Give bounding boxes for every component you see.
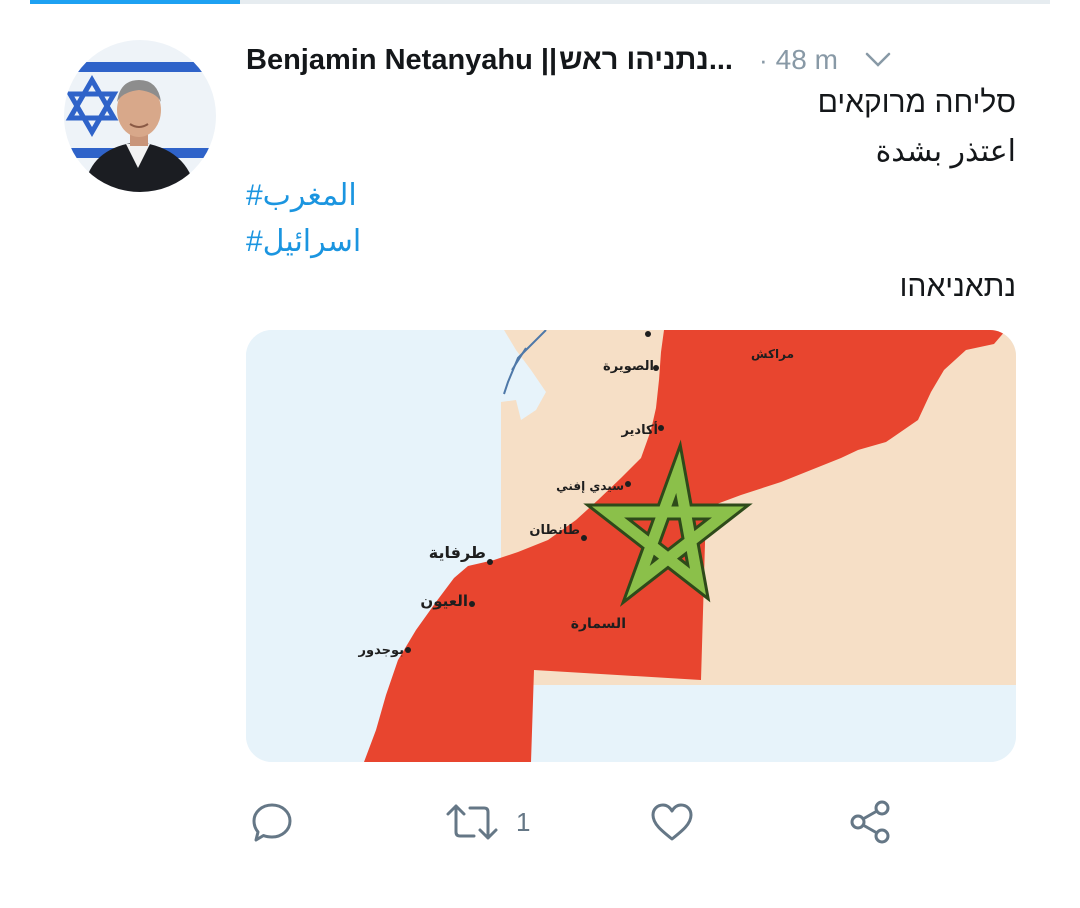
chevron-down-icon[interactable] [864, 51, 892, 69]
share-icon [850, 800, 890, 844]
city-label-sidi-ifni: سيدي إفني [556, 479, 624, 493]
city-dot [581, 535, 587, 541]
city-dot [487, 559, 493, 565]
display-name-ellipsis: ... [708, 43, 733, 76]
city-label-boujdour: بوجدور [358, 643, 404, 658]
city-dot [645, 331, 651, 337]
display-name-hebrew[interactable]: נתניהו ראש [559, 44, 709, 77]
separator-dot: · [758, 44, 768, 75]
tweet-media-map[interactable]: الصويرة مراكش أكادير سيدي إفني طانطان طر… [246, 330, 1016, 762]
timestamp[interactable]: 48 m [776, 44, 838, 76]
city-label-marrakech: مراكش [751, 347, 794, 361]
avatar-photo [64, 40, 216, 192]
tweet-text-signature: נתאניאהו [899, 270, 1016, 303]
map-image: الصويرة مراكش أكادير سيدي إفني طانطان طر… [246, 330, 1016, 762]
display-name[interactable]: Benjamin Netanyahu || [246, 44, 557, 77]
share-button[interactable] [846, 790, 894, 854]
tweet-header: Benjamin Netanyahu || נתניהו ראש ... · 4… [246, 38, 1026, 82]
retweet-count: 1 [516, 806, 531, 837]
city-dot [625, 481, 631, 487]
city-dot [405, 647, 411, 653]
reply-button[interactable] [248, 790, 296, 854]
hashtag-link[interactable]: المغرب# [246, 178, 357, 213]
active-tab-indicator [30, 0, 240, 4]
retweet-icon [446, 804, 498, 840]
avatar[interactable] [64, 40, 216, 192]
retweet-button[interactable]: 1 [444, 790, 530, 854]
city-label-essaouira: الصويرة [603, 359, 654, 374]
heart-icon [651, 803, 693, 841]
like-button[interactable] [648, 790, 696, 854]
hashtag-link[interactable]: اسرائيل# [246, 224, 361, 259]
city-label-smara: السمارة [571, 616, 626, 632]
comment-icon [252, 803, 292, 842]
city-label-tarfaya: طرفاية [429, 543, 486, 562]
tweet-actions: 1 [246, 790, 1016, 860]
city-label-laayoune: العيون [420, 592, 468, 610]
city-dot [658, 425, 664, 431]
tweet-text-line-1: סליחה מרוקאים [817, 86, 1016, 119]
tweet-text-line-2: اعتذر بشدة [875, 135, 1016, 168]
city-label-agadir: أكادير [620, 421, 658, 438]
city-dot [469, 601, 475, 607]
city-label-tantan: طانطان [529, 523, 580, 538]
